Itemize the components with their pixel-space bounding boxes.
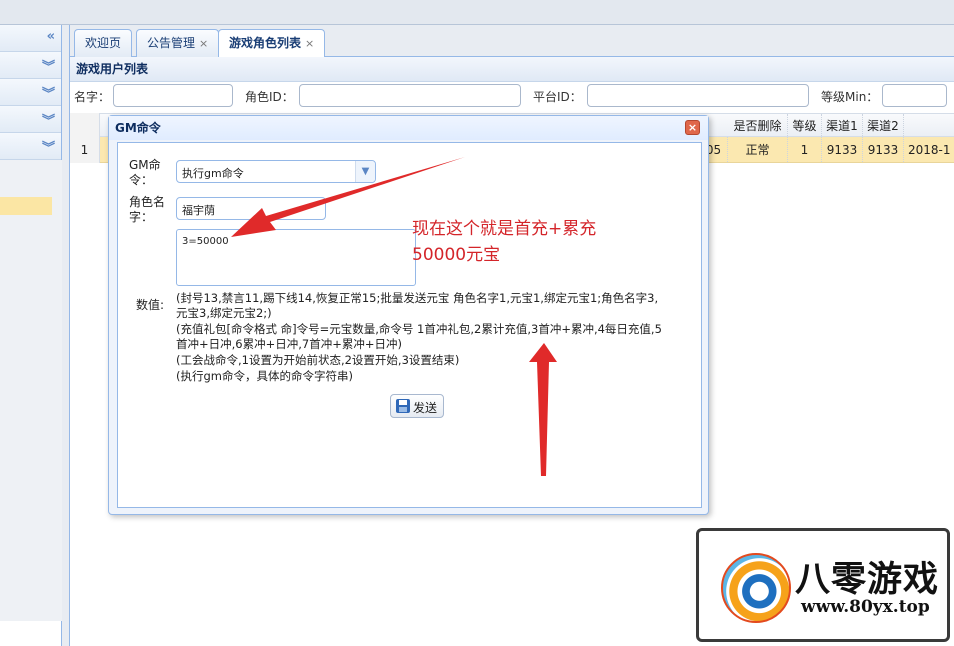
layout-splitter[interactable] [62, 25, 70, 646]
grid-rownum-header [70, 113, 100, 137]
gm-command-dialog: GM命令 × GM命令： 执行gm命令 ▼ 角色名字： 福宇荫 3=50000 … [108, 115, 709, 515]
name-input[interactable] [113, 84, 233, 107]
search-bar: 名字： 角色ID： 平台ID： 等级Min： [70, 82, 954, 110]
cell-level: 1 [788, 137, 822, 162]
send-button[interactable]: 发送 [390, 394, 444, 418]
cell-channel2: 9133 [863, 137, 904, 162]
hint-line: (充值礼包[命令格式 命]令号=元宝数量,命令号 1首冲礼包,2累计充值,3首冲… [176, 322, 662, 336]
name-label: 名字： [74, 90, 111, 104]
cell-channel1: 9133 [822, 137, 863, 162]
grid-row-number: 1 [70, 137, 100, 163]
cell-deleted: 正常 [728, 137, 788, 162]
tab-announcements[interactable]: 公告管理 × [136, 29, 220, 57]
logo-swirl-icon [721, 553, 791, 623]
expand-down-icon: ︾ [41, 87, 55, 102]
role-name-value: 福宇荫 [182, 204, 215, 217]
left-nav-selected-item[interactable] [0, 197, 52, 215]
tab-welcome[interactable]: 欢迎页 [74, 29, 133, 57]
gm-command-select[interactable]: 执行gm命令 ▼ [176, 160, 376, 183]
close-icon[interactable]: × [305, 37, 314, 50]
col-header-channel1[interactable]: 渠道1 [822, 114, 863, 136]
left-nav-body [0, 160, 62, 621]
annotation-line-2: 50000元宝 [412, 245, 501, 265]
tab-game-roles[interactable]: 游戏角色列表 × [218, 29, 326, 58]
logo-url: www.80yx.top [801, 597, 930, 617]
value-label: 数值: [136, 298, 165, 312]
chevron-down-icon[interactable]: ▼ [355, 161, 375, 182]
accordion-section-3[interactable]: ︾ [0, 106, 61, 133]
expand-down-icon: ︾ [41, 114, 55, 129]
col-header-deleted[interactable]: 是否删除 [728, 114, 788, 136]
annotation-line-1: 现在这个就是首充+累充 [412, 219, 597, 239]
accordion-section-4[interactable]: ︾ [0, 133, 61, 160]
hint-line: 元宝3,绑定元宝2;) [176, 306, 272, 320]
role-id-label: 角色ID： [245, 90, 294, 104]
value-text: 3=50000 [182, 236, 229, 247]
tab-label: 公告管理 [147, 36, 196, 50]
annotation-text: 现在这个就是首充+累充 50000元宝 [412, 216, 596, 268]
value-textarea[interactable]: 3=50000 [176, 229, 416, 286]
role-name-label: 角色名字： [129, 195, 166, 224]
page-title: 游戏用户列表 [70, 57, 954, 82]
role-name-input[interactable]: 福宇荫 [176, 197, 326, 220]
col-header-level[interactable]: 等级 [788, 114, 822, 136]
save-disk-icon [396, 399, 410, 413]
left-panel-header[interactable]: « [0, 25, 61, 52]
logo-name: 八零游戏 [795, 559, 940, 600]
dialog-title[interactable]: GM命令 [109, 116, 708, 140]
platform-id-input[interactable] [587, 84, 809, 107]
accordion-section-2[interactable]: ︾ [0, 79, 61, 106]
tab-label: 游戏角色列表 [229, 36, 302, 50]
hint-line: (封号13,禁言11,踢下线14,恢复正常15;批量发送元宝 角色名字1,元宝1… [176, 291, 659, 305]
level-min-input[interactable] [882, 84, 947, 107]
col-header-created[interactable]: 创 [904, 114, 954, 136]
hint-line: (执行gm命令，具体的命令字符串) [176, 369, 353, 383]
expand-down-icon: ︾ [41, 60, 55, 75]
expand-down-icon: ︾ [41, 141, 55, 156]
platform-id-label: 平台ID： [533, 90, 582, 104]
dialog-body: GM命令： 执行gm命令 ▼ 角色名字： 福宇荫 3=50000 数值: (封号… [117, 142, 702, 508]
close-icon[interactable]: × [685, 120, 700, 135]
role-id-input[interactable] [299, 84, 521, 107]
close-icon[interactable]: × [199, 37, 208, 50]
level-min-label: 等级Min： [821, 90, 879, 104]
accordion-section-1[interactable]: ︾ [0, 52, 61, 79]
top-banner [0, 0, 954, 25]
hint-line: 首冲+日冲,6累冲+日冲,7首冲+累冲+日冲) [176, 337, 402, 351]
gm-command-label: GM命令： [129, 158, 161, 187]
gm-command-selected-value: 执行gm命令 [182, 167, 244, 180]
collapse-left-icon[interactable]: « [47, 29, 55, 44]
cell-created: 2018-1 [908, 143, 951, 157]
col-header-channel2[interactable]: 渠道2 [863, 114, 904, 136]
send-button-label: 发送 [413, 401, 438, 415]
tab-strip: 欢迎页 公告管理 × 游戏角色列表 × [70, 25, 954, 58]
hint-line: (工会战命令,1设置为开始前状态,2设置开始,3设置结束) [176, 353, 460, 367]
tab-label: 欢迎页 [85, 36, 122, 50]
site-logo: 八零游戏 www.80yx.top [696, 528, 950, 642]
